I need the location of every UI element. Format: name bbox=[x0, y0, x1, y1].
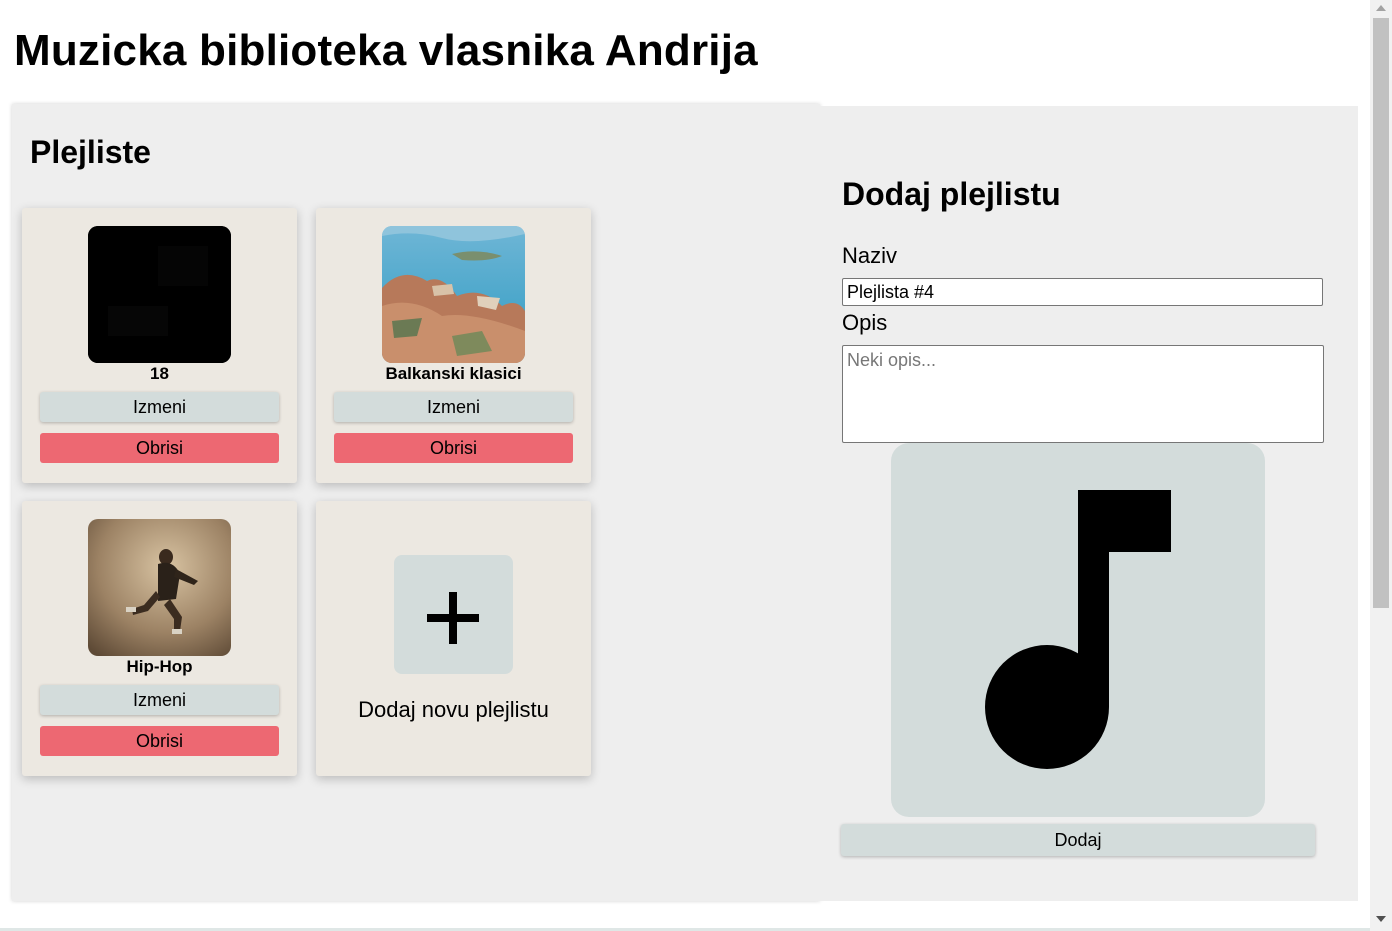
plus-icon bbox=[427, 592, 479, 644]
playlist-card: Hip-Hop Izmeni Obrisi bbox=[22, 501, 297, 776]
jumping-person-image bbox=[88, 519, 231, 656]
playlist-description-textarea[interactable] bbox=[842, 345, 1324, 443]
name-label: Naziv bbox=[842, 243, 898, 268]
form-title: Dodaj plejlistu bbox=[842, 176, 1061, 212]
delete-playlist-button[interactable]: Obrisi bbox=[40, 726, 279, 756]
playlists-title: Plejliste bbox=[30, 134, 151, 170]
edit-playlist-button[interactable]: Izmeni bbox=[334, 392, 573, 422]
playlist-image-picker[interactable] bbox=[891, 443, 1265, 817]
description-label: Opis bbox=[842, 310, 888, 335]
scroll-down-icon[interactable] bbox=[1370, 911, 1392, 927]
playlist-cover-image bbox=[88, 226, 231, 363]
vertical-scrollbar[interactable] bbox=[1370, 0, 1392, 931]
add-playlist-label: Dodaj novu plejlistu bbox=[358, 697, 549, 722]
delete-playlist-button[interactable]: Obrisi bbox=[40, 433, 279, 463]
playlist-name: Hip-Hop bbox=[126, 657, 193, 676]
add-playlist-panel: Dodaj plejlistu Naziv Opis Dodaj bbox=[820, 106, 1358, 901]
music-note-icon bbox=[985, 490, 1171, 769]
playlist-name-input[interactable] bbox=[842, 278, 1323, 306]
add-playlist-card[interactable]: Dodaj novu plejlistu bbox=[316, 501, 591, 776]
delete-playlist-button[interactable]: Obrisi bbox=[334, 433, 573, 463]
page-title: Muzicka biblioteka vlasnika Andrija bbox=[14, 26, 758, 75]
scrollbar-thumb[interactable] bbox=[1373, 18, 1389, 608]
add-playlist-tile[interactable] bbox=[394, 555, 513, 674]
black-cover-image bbox=[88, 226, 231, 363]
playlist-name: Balkanski klasici bbox=[385, 364, 522, 383]
playlist-card: Balkanski klasici Izmeni Obrisi bbox=[316, 208, 591, 483]
edit-playlist-button[interactable]: Izmeni bbox=[40, 685, 279, 715]
playlist-cover-image bbox=[382, 226, 525, 363]
edit-playlist-button[interactable]: Izmeni bbox=[40, 392, 279, 422]
add-playlist-submit-button[interactable]: Dodaj bbox=[841, 824, 1315, 856]
playlists-panel: Plejliste 18 Izmeni Obrisi Balkanski kla… bbox=[12, 104, 820, 901]
aerial-coastal-city-image bbox=[382, 226, 525, 363]
scroll-up-icon[interactable] bbox=[1370, 0, 1392, 16]
playlist-card: 18 Izmeni Obrisi bbox=[22, 208, 297, 483]
playlist-cover-image bbox=[88, 519, 231, 656]
playlist-name: 18 bbox=[150, 364, 169, 383]
